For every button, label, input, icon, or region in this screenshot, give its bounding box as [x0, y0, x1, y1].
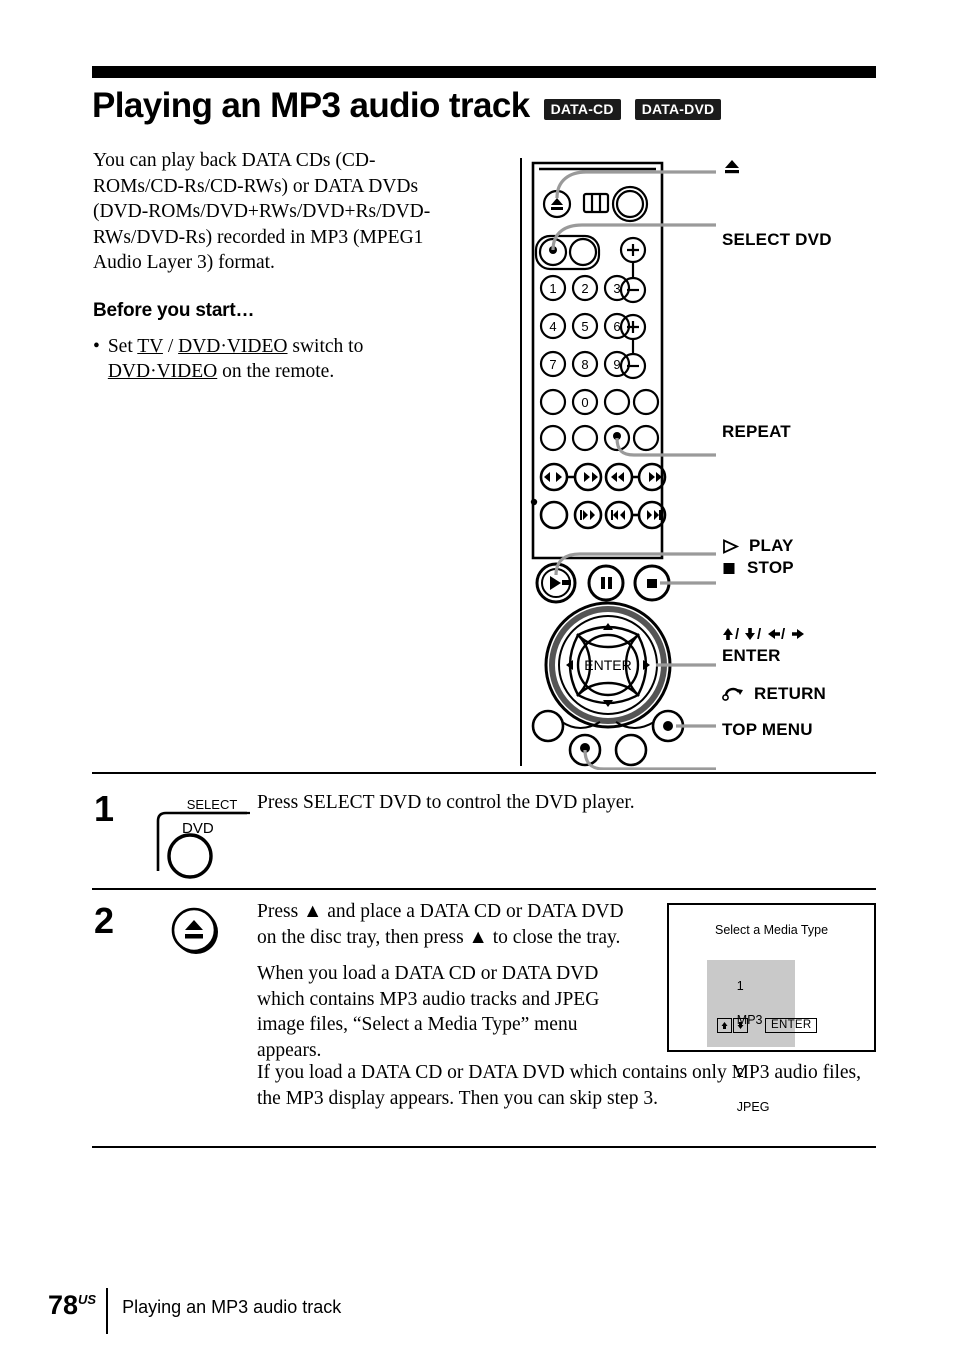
callout-stop-label: STOP: [747, 558, 794, 577]
svg-text:3: 3: [613, 281, 620, 296]
select-dvd-button-icon: SELECT DVD: [150, 793, 260, 883]
media-item-2-label: JPEG: [736, 1100, 770, 1114]
media-screen-footer: ENTER: [717, 1018, 818, 1033]
arrow-up-icon[interactable]: [717, 1018, 732, 1033]
callout-return: RETURN: [722, 684, 826, 704]
callout-eject-icon: [722, 158, 742, 181]
media-item-1-number: 1: [736, 979, 744, 993]
svg-text:5: 5: [581, 319, 588, 334]
footer-page-suffix: US: [78, 1292, 97, 1307]
svg-text:/: /: [735, 626, 740, 642]
bullet-separator: /: [162, 335, 179, 357]
media-screen-list: 1 MP3 2 JPEG: [707, 960, 796, 1134]
bullet-pre-text: Set: [107, 335, 138, 357]
media-screen-enter-hint[interactable]: ENTER: [765, 1018, 818, 1033]
link-tv: TV: [137, 335, 163, 357]
arrow-down-icon[interactable]: [733, 1018, 748, 1033]
svg-text:2: 2: [581, 281, 588, 296]
svg-text:9: 9: [613, 357, 620, 372]
bullet-text: Set TV / DVD·VIDEO switch to DVD·VIDEO o…: [108, 334, 453, 385]
page-title: Playing an MP3 audio track: [92, 85, 530, 125]
intro-paragraph: You can play back DATA CDs (CD-ROMs/CD-R…: [93, 150, 431, 273]
manual-page: Playing an MP3 audio track DATA-CD DATA-…: [0, 0, 954, 1352]
divider-below-step-2: [92, 1146, 876, 1148]
callout-select-dvd: SELECT DVD: [722, 230, 832, 249]
select-media-type-screen: Select a Media Type 1 MP3 2 JPEG ENTER: [667, 903, 876, 1114]
svg-text:/: /: [781, 626, 786, 642]
bullet-post-text: on the remote.: [217, 361, 335, 382]
media-screen-title: Select a Media Type: [714, 923, 829, 937]
media-screen-item-jpeg[interactable]: 2 JPEG: [707, 1047, 795, 1134]
media-screen-item-mp3[interactable]: 1 MP3: [707, 960, 796, 1047]
arrow-keys-icon: / / /: [723, 626, 804, 643]
remote-eject-glyph: [551, 198, 563, 210]
step-1-number: 1: [94, 788, 115, 829]
play-icon: [723, 538, 740, 554]
callout-arrow-keys: / / /: [722, 626, 808, 647]
footer-page-number-value: 78: [48, 1290, 79, 1320]
callout-play: PLAY: [722, 536, 794, 556]
bullet-marker: •: [93, 335, 100, 357]
media-item-2-number: 2: [736, 1066, 744, 1080]
svg-text:1: 1: [549, 281, 556, 296]
eject-icon: [725, 160, 739, 174]
media-screen-arrow-hints: [717, 1018, 748, 1033]
return-icon: [722, 687, 743, 701]
dpad-enter-label: ENTER: [584, 657, 631, 673]
link-dvd-video-2: DVD·VIDEO: [107, 361, 218, 382]
callout-play-label: PLAY: [749, 536, 794, 555]
step-2-paragraph-1: Press ▲ and place a DATA CD or DATA DVD …: [257, 901, 624, 948]
divider-above-step-1: [92, 772, 876, 774]
step-1-text: Press SELECT DVD to control the DVD play…: [257, 790, 877, 816]
footer-page-number: 78US: [48, 1292, 96, 1319]
link-dvd-video-1: DVD·VIDEO: [178, 335, 288, 357]
badge-data-dvd: DATA-DVD: [634, 98, 722, 120]
intro-column: You can play back DATA CDs (CD-ROMs/CD-R…: [93, 148, 453, 385]
svg-text:SELECT: SELECT: [187, 797, 238, 812]
page-title-row: Playing an MP3 audio track DATA-CD DATA-…: [92, 80, 892, 130]
svg-text:4: 4: [549, 319, 556, 334]
callout-top-menu: TOP MENU: [722, 720, 813, 739]
footer-section-title: Playing an MP3 audio track: [122, 1297, 342, 1317]
step-2-paragraph-2: When you load a DATA CD or DATA DVD whic…: [257, 963, 600, 1061]
svg-text:0: 0: [581, 395, 588, 410]
remote-control-figure: 1 2 3 4 5 6 7 8 9 0 ENTER SELECT DVD REPEAT PL…: [500, 150, 954, 770]
svg-text:/: /: [757, 626, 762, 642]
callout-repeat: REPEAT: [722, 422, 791, 441]
eject-button-icon: [170, 905, 226, 961]
bullet-mid-text: switch to: [287, 335, 364, 357]
step-2-text-upper: Press ▲ and place a DATA CD or DATA DVD …: [257, 899, 642, 1063]
footer-divider: [106, 1288, 109, 1334]
badge-data-cd: DATA-CD: [543, 98, 621, 120]
divider-above-step-2: [92, 888, 876, 890]
stop-icon: [723, 563, 735, 574]
step-1-paragraph-1: Press SELECT DVD to control the DVD play…: [257, 792, 635, 813]
callout-return-label: RETURN: [754, 684, 827, 703]
svg-text:8: 8: [581, 357, 588, 372]
callout-enter: ENTER: [722, 646, 781, 665]
callout-stop: STOP: [722, 558, 794, 578]
before-you-start-bullet: • Set TV / DVD·VIDEO switch to DVD·VIDEO…: [93, 334, 453, 385]
svg-text:6: 6: [613, 319, 620, 334]
svg-text:7: 7: [549, 357, 556, 372]
page-footer: 78US Playing an MP3 audio track: [48, 1288, 342, 1338]
before-you-start-heading: Before you start…: [93, 299, 255, 321]
header-rule: [92, 66, 876, 78]
step-2-number: 2: [94, 900, 115, 941]
